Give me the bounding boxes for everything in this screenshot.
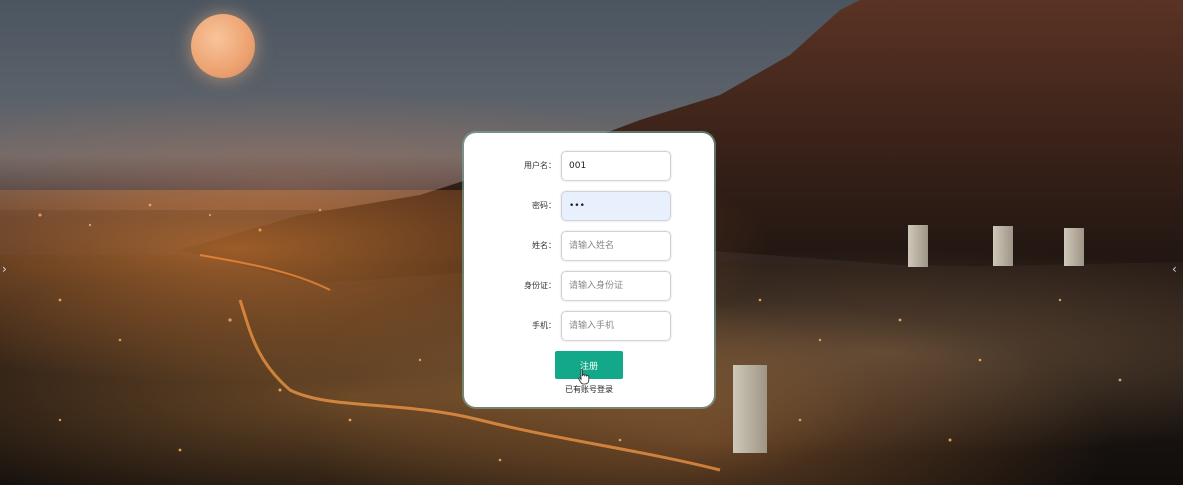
id-card-input[interactable] bbox=[561, 271, 671, 301]
phone-label: 手机： bbox=[532, 321, 556, 330]
login-link[interactable]: 已有账号登录 bbox=[464, 384, 714, 395]
password-row: 密码： bbox=[464, 191, 714, 221]
username-input[interactable] bbox=[561, 151, 671, 181]
hand-cursor-icon bbox=[578, 369, 590, 385]
username-label: 用户名： bbox=[524, 161, 556, 170]
background-scene: ‹ › 用户名： 密码： 姓名： 身份证： 手机： 注册 已有账号登录 bbox=[0, 0, 1183, 485]
chevron-right-icon[interactable]: › bbox=[2, 262, 7, 276]
phone-row: 手机： bbox=[464, 311, 714, 341]
password-label: 密码： bbox=[532, 201, 556, 210]
phone-input[interactable] bbox=[561, 311, 671, 341]
tower-building bbox=[908, 225, 928, 267]
chevron-left-icon[interactable]: ‹ bbox=[1172, 262, 1177, 276]
register-form: 用户名： 密码： 姓名： 身份证： 手机： 注册 已有账号登录 bbox=[464, 133, 714, 407]
name-label: 姓名： bbox=[532, 241, 556, 250]
id-card-label: 身份证： bbox=[524, 281, 556, 290]
name-row: 姓名： bbox=[464, 231, 714, 261]
username-row: 用户名： bbox=[464, 151, 714, 181]
id-card-row: 身份证： bbox=[464, 271, 714, 301]
tower-building bbox=[1064, 228, 1084, 266]
tower-building bbox=[733, 365, 767, 453]
name-input[interactable] bbox=[561, 231, 671, 261]
password-input[interactable] bbox=[561, 191, 671, 221]
tower-building bbox=[993, 226, 1013, 266]
